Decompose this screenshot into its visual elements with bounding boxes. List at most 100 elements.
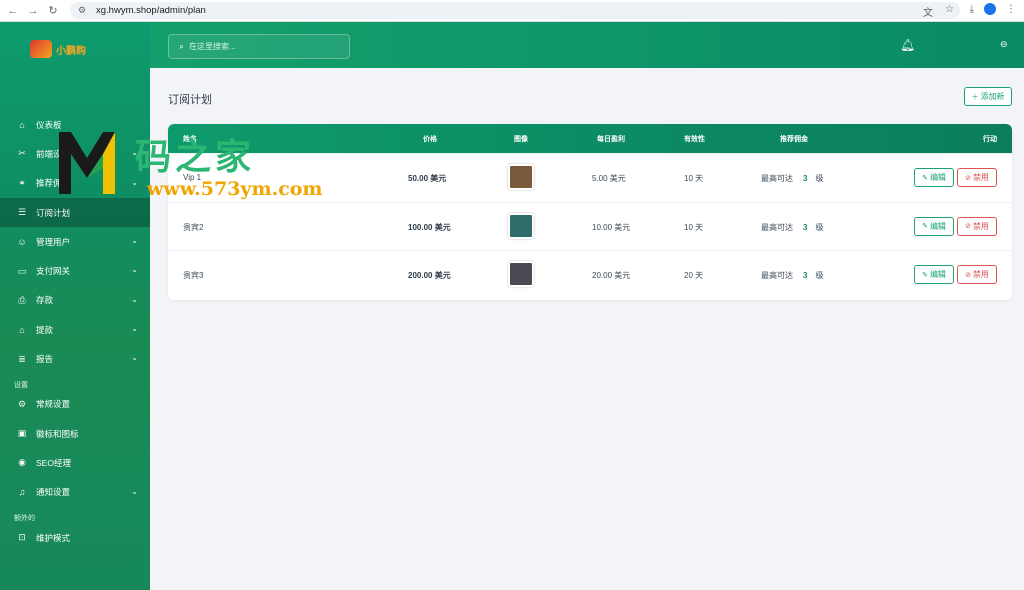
sidebar-item[interactable]: ⚙ 常规设置 (0, 390, 150, 419)
user-menu-chevron-icon[interactable]: ⊖ (1000, 39, 1008, 50)
plan-referral: 最高可达 3 级 (761, 270, 823, 281)
referral-suffix: 级 (815, 271, 824, 280)
disable-button[interactable]: ⊘ 禁用 (957, 265, 997, 284)
forward-icon[interactable]: → (26, 4, 40, 18)
back-icon[interactable]: ← (6, 4, 20, 18)
sidebar-menu: ⌂ 仪表板 ✂ 前端设置 ⌄ ⚭ 推荐佣金 ⌄ ☰ 订阅计划 ☺ 管理用户 ⌄ ▭ 支付网关 ⌄ ⎙ 存款 ⌄ ⌂ 提款… (0, 110, 150, 552)
plan-daily-profit: 5.00 美元 (592, 174, 626, 183)
referral-level: 3 (803, 222, 808, 232)
sidebar-item[interactable]: ⌂ 提款 ⌄ (0, 315, 150, 344)
site-info-icon[interactable]: ⚙ (78, 5, 90, 16)
download-icon[interactable]: ⤓ (970, 4, 974, 15)
topbar: ⌕ 在这里搜索... 🔔︎ ⊖ (150, 22, 1024, 68)
plan-daily-profit: 20.00 美元 (592, 271, 631, 280)
report-icon: ≣ (18, 353, 26, 364)
users-icon: ☺ (17, 236, 27, 247)
logo-mark-icon (30, 40, 52, 58)
sidebar-item[interactable]: ⎙ 存款 ⌄ (0, 286, 150, 315)
sidebar-section-label: 额外的 (14, 514, 35, 522)
edit-label: 编辑 (929, 270, 946, 279)
eye-slash-icon: ⊘ (965, 271, 971, 279)
link-icon: ⚭ (18, 177, 26, 188)
referral-level: 3 (803, 271, 808, 280)
plan-image (508, 164, 534, 190)
plan-validity: 10 天 (684, 222, 704, 232)
translate-icon[interactable]: 文 (923, 4, 933, 19)
sidebar-item-label: SEO经理 (36, 457, 71, 468)
address-bar[interactable]: ⚙ xg.hwym.shop/admin/plan (70, 2, 960, 19)
sidebar-item[interactable]: ⊡ 维护模式 (0, 523, 150, 552)
plan-name: Vip 1 (183, 173, 202, 182)
chevron-down-icon: ⌄ (131, 265, 138, 275)
eye-slash-icon: ⊘ (965, 174, 971, 182)
sidebar-item-label: 提款 (36, 324, 54, 335)
plan-referral: 最高可达 3 级 (761, 222, 823, 233)
search-placeholder: 在这里搜索... (189, 42, 236, 51)
browser-menu-icon[interactable]: ⋮ (1006, 4, 1016, 15)
plans-table: 姓名 价格 图像 每日盈利 有效性 推荐佣金 行动 Vip 1 50.00 美元 5… (168, 124, 1012, 300)
header-price: 价格 (423, 136, 437, 143)
edit-button[interactable]: ✎ 编辑 (914, 265, 954, 284)
logo-text: 小鹏购 (56, 45, 86, 57)
add-new-button[interactable]: ＋ 添加新 (964, 87, 1012, 106)
disable-label: 禁用 (972, 221, 989, 231)
tools-icon: ✂ (18, 148, 26, 159)
chevron-down-icon: ⌄ (131, 236, 138, 246)
sidebar-item-label: 支付网关 (36, 266, 71, 277)
profile-avatar[interactable] (984, 3, 996, 15)
deposit-icon: ⎙ (18, 294, 26, 305)
disable-label: 禁用 (972, 270, 989, 279)
search-input[interactable]: ⌕ 在这里搜索... (168, 34, 350, 59)
header-referral: 推荐佣金 (780, 136, 808, 143)
edit-label: 编辑 (929, 173, 946, 182)
sidebar-item[interactable]: ☰ 订阅计划 (0, 197, 150, 228)
plan-referral: 最高可达 3 级 (761, 173, 823, 184)
header-name: 姓名 (183, 136, 197, 143)
sidebar-item[interactable]: ≣ 报告 ⌄ (0, 344, 150, 373)
sidebar-item[interactable]: ▭ 支付网关 ⌄ (0, 256, 150, 285)
logo[interactable]: 小鹏购 (30, 38, 95, 60)
edit-button[interactable]: ✎ 编辑 (914, 216, 954, 236)
url-text: xg.hwym.shop/admin/plan (96, 5, 206, 16)
home-icon: ⌂ (19, 119, 25, 130)
sidebar-item[interactable]: ◉ SEO经理 (0, 448, 150, 477)
notification-bell-icon[interactable]: 🔔︎ (900, 38, 915, 52)
chevron-down-icon: ⌄ (131, 353, 138, 363)
disable-button[interactable]: ⊘ 禁用 (957, 216, 997, 236)
sidebar-item[interactable]: ▣ 徽标和图标 (0, 419, 150, 448)
globe-icon: ◉ (18, 457, 26, 468)
bookmark-star-icon[interactable]: ☆ (945, 4, 954, 19)
referral-prefix: 最高可达 (761, 271, 793, 280)
sidebar-item[interactable]: ⚭ 推荐佣金 ⌄ (0, 169, 150, 198)
plan-validity: 10 天 (684, 174, 704, 183)
bell-icon: ♫ (18, 487, 26, 498)
eye-slash-icon: ⊘ (965, 223, 971, 230)
sidebar-item[interactable]: ✂ 前端设置 ⌄ (0, 139, 150, 168)
chevron-down-icon: ⌄ (131, 294, 138, 304)
image-icon: ▣ (17, 428, 27, 439)
plan-image (508, 261, 534, 287)
sidebar-item[interactable]: ☺ 管理用户 ⌄ (0, 227, 150, 256)
chevron-down-icon: ⌄ (131, 177, 138, 187)
gear-icon: ⚙ (17, 398, 27, 409)
sidebar-item-label: 常规设置 (36, 399, 71, 410)
plan-name: 贵宾3 (183, 271, 204, 280)
chevron-down-icon: ⌄ (131, 324, 138, 334)
disable-button[interactable]: ⊘ 禁用 (957, 168, 997, 187)
pencil-icon: ✎ (922, 223, 928, 230)
reload-icon[interactable]: ↻ (46, 4, 60, 18)
chevron-down-icon: ⌄ (131, 486, 138, 496)
sidebar-item-label: 前端设置 (36, 148, 71, 159)
referral-prefix: 最高可达 (761, 174, 793, 183)
referral-suffix: 级 (815, 174, 824, 183)
sidebar-item-label: 报告 (36, 354, 54, 365)
edit-button[interactable]: ✎ 编辑 (914, 168, 954, 187)
sidebar-item[interactable]: ⌂ 仪表板 (0, 110, 150, 139)
robot-icon: ⊡ (18, 532, 26, 542)
sidebar-section-label: 设置 (14, 381, 28, 389)
plan-validity: 20 天 (684, 271, 704, 280)
sidebar-item-label: 维护模式 (36, 532, 71, 543)
header-daily-profit: 每日盈利 (597, 136, 625, 143)
header-action: 行动 (983, 136, 997, 143)
sidebar-item[interactable]: ♫ 通知设置 ⌄ (0, 478, 150, 507)
